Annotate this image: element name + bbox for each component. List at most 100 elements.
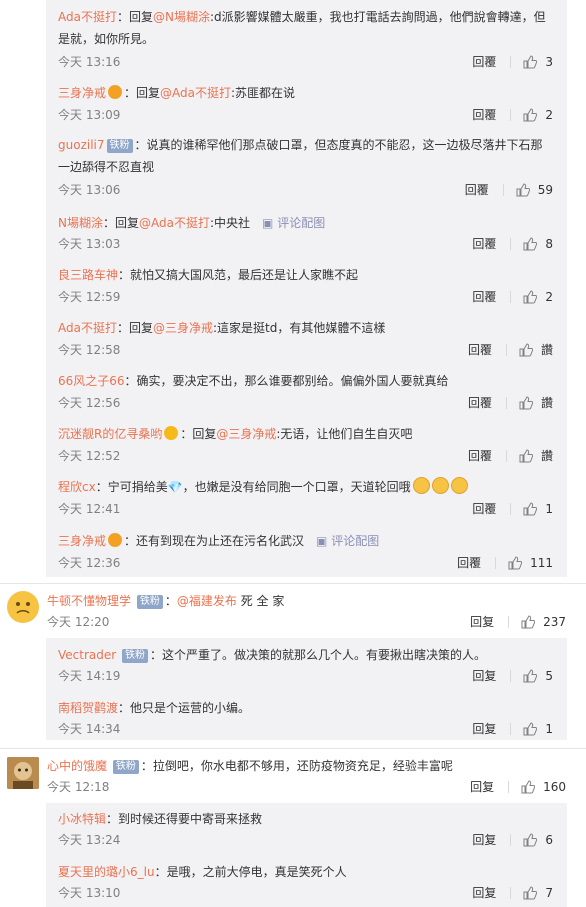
image-icon: ▣ (316, 534, 332, 548)
like-count: 讚 (540, 343, 553, 357)
reply-text: ：到时候还得要中寄哥来拯救 (106, 812, 263, 826)
comment-author[interactable]: 心中的饿魔 (47, 759, 107, 773)
reply-button[interactable]: 回覆 (457, 555, 481, 571)
comment-item: 牛顿不懂物理学 铁粉 ：@福建发布 死 全 家 今天 12:20 回复 237 (47, 594, 566, 630)
reply-item: guozili7 铁粉 ：说真的谁稀罕他们那点破口罩，但态度真的不能忍，这一边极尽落… (46, 134, 567, 200)
reply-button[interactable]: 回覆 (472, 501, 496, 517)
thumbs-up-icon[interactable] (521, 615, 536, 629)
like-count: 6 (545, 833, 553, 847)
thumbs-up-icon[interactable] (519, 449, 533, 463)
emoji-icon (431, 477, 449, 494)
fan-badge: 铁粉 (106, 139, 133, 153)
reply-author[interactable]: Ada不挺打 (58, 10, 117, 24)
reply-author[interactable]: 南稻贺鹳渡 (58, 701, 118, 715)
reply-button[interactable]: 回覆 (465, 182, 489, 198)
reply-item: Ada不挺打：回复@三身净戒:這家是挺td，有其他媒體不這樣 今天 12:58 … (58, 321, 553, 358)
like-count: 3 (545, 55, 553, 69)
mention-link[interactable]: @福建发布 (177, 594, 237, 608)
thumbs-up-icon[interactable] (523, 886, 538, 900)
thumbs-up-icon[interactable] (519, 343, 533, 357)
reply-author[interactable]: 程欣cx (58, 480, 96, 494)
reply-author[interactable]: 三身净戒 (58, 86, 106, 100)
reply-author[interactable]: 夏天里的璐小6_lu (58, 865, 155, 879)
mention-link[interactable]: @三身净戒 (153, 321, 213, 335)
reply-author[interactable]: guozili7 (58, 138, 105, 152)
reply-item: 程欣cx：宁可捐给美💎，也嫩是没有给同胞一个口罩，天道轮回哦 今天 12:41 … (46, 476, 567, 522)
reply-button[interactable]: 回复 (470, 779, 494, 795)
mention-link[interactable]: @Ada不挺打 (139, 216, 210, 230)
thumbs-up-icon[interactable] (523, 669, 538, 683)
reply-item: 夏天里的璐小6_lu：是哦，之前大停电，真是笑死个人 今天 13:10 回复 7 (46, 861, 567, 905)
mention-link[interactable]: @三身净戒 (216, 427, 276, 441)
reply-author[interactable]: 沉迷靓R的亿寻桑哟 (58, 427, 162, 441)
comment-author[interactable]: 牛顿不懂物理学 (47, 594, 131, 608)
thumbs-up-icon[interactable] (523, 290, 538, 304)
reply-button[interactable]: 回复 (470, 614, 494, 630)
reply-text: ：他只是个运营的小编。 (118, 701, 251, 715)
reply-author[interactable]: Vectrader (58, 648, 116, 662)
reply-button[interactable]: 回覆 (468, 342, 492, 358)
reply-time: 今天 12:58 (58, 343, 121, 357)
divider (0, 748, 586, 749)
reply-time: 今天 12:36 (58, 556, 121, 570)
reply-time: 今天 12:56 (58, 396, 121, 410)
reply-button[interactable]: 回复 (472, 668, 496, 684)
like-count: 7 (545, 886, 553, 900)
thumbs-up-icon[interactable] (519, 396, 533, 410)
thumbs-up-icon[interactable] (523, 502, 538, 516)
image-icon: ▣ (262, 216, 278, 230)
reply-time: 今天 13:06 (58, 183, 121, 197)
reply-button[interactable]: 回覆 (472, 236, 496, 252)
reply-item: 66风之子66：确实，要决定不出，那么谁要都别给。偏偏外国人要就真给 今天 12… (46, 370, 567, 416)
reply-author[interactable]: 小冰特辑 (58, 812, 106, 826)
reply-author[interactable]: 三身净戒 (58, 534, 106, 548)
like-count: 2 (545, 290, 553, 304)
reply-text: ：是哦，之前大停电，真是笑死个人 (154, 865, 347, 879)
reply-time: 今天 13:09 (58, 108, 121, 122)
reply-author[interactable]: 良三路车神 (58, 268, 118, 282)
thumbs-up-icon[interactable] (523, 237, 538, 251)
reply-button[interactable]: 回覆 (468, 395, 492, 411)
comment-text: ：拉倒吧，你水电都不够用，还防疫物资充足，经验丰富呢 (140, 759, 453, 773)
reply-item: Ada不挺打：回复@N場糊涂:d派影響媒體太嚴重，我也打電話去詢問過，他們說會轉… (58, 10, 553, 70)
reply-time: 今天 14:19 (58, 669, 121, 683)
reply-button[interactable]: 回覆 (472, 54, 496, 70)
like-count: 1 (545, 722, 553, 736)
reply-author[interactable]: N場糊涂 (58, 216, 103, 230)
like-count: 237 (543, 615, 566, 629)
mention-link[interactable]: @Ada不挺打 (160, 86, 231, 100)
comment-image-link[interactable]: ▣ 评论配图 (262, 216, 325, 230)
reply-item: 沉迷靓R的亿寻桑哟 ：回复@三身净戒:无语，让他们自生自灭吧 今天 12:52 回… (58, 426, 553, 464)
like-count: 讚 (540, 449, 553, 463)
thumbs-up-icon[interactable] (523, 722, 538, 736)
thumbs-up-icon[interactable] (523, 55, 538, 69)
reply-time: 今天 12:59 (58, 290, 121, 304)
reply-button[interactable]: 回复 (472, 885, 496, 901)
reply-time: 今天 13:16 (58, 55, 121, 69)
comment-time: 今天 12:20 (47, 615, 110, 629)
reply-author[interactable]: Ada不挺打 (58, 321, 117, 335)
like-count: 59 (537, 183, 553, 197)
reply-author[interactable]: 66风之子66 (58, 374, 125, 388)
thumbs-up-icon[interactable] (521, 780, 536, 794)
like-count: 111 (530, 556, 553, 570)
reply-text: ：还有到现在为止还在污名化武汉 (124, 534, 305, 548)
reply-item: 良三路车神：就怕又搞大国风范，最后还是让人家瞧不起 今天 12:59 回覆 2 (46, 264, 567, 310)
vip-icon (108, 533, 123, 547)
reply-time: 今天 13:24 (58, 833, 121, 847)
reply-button[interactable]: 回覆 (472, 107, 496, 123)
thumbs-up-icon[interactable] (523, 833, 538, 847)
comment-image-link[interactable]: ▣ 评论配图 (316, 534, 379, 548)
reply-button[interactable]: 回覆 (472, 289, 496, 305)
mention-link[interactable]: @N場糊涂 (153, 10, 210, 24)
reply-button[interactable]: 回复 (472, 721, 496, 737)
reply-button[interactable]: 回复 (472, 832, 496, 848)
reply-button[interactable]: 回覆 (468, 448, 492, 464)
like-count: 2 (545, 108, 553, 122)
comment-text: 死 全 家 (236, 594, 285, 608)
thumbs-up-icon[interactable] (523, 108, 538, 122)
fan-badge: 铁粉 (122, 649, 149, 663)
reply-item: N場糊涂：回复@Ada不挺打:中央社 ▣ 评论配图 今天 13:03 回覆 8 (58, 216, 553, 252)
thumbs-up-icon[interactable] (508, 556, 523, 570)
thumbs-up-icon[interactable] (516, 183, 530, 197)
